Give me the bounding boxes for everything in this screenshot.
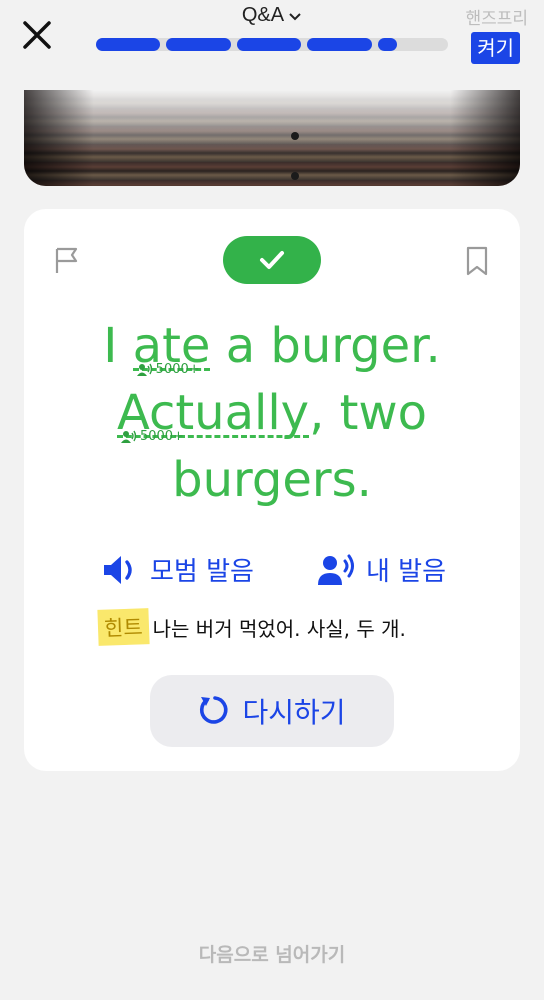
title-bar: Q&A	[0, 4, 544, 27]
retry-button[interactable]: 다시하기	[150, 675, 394, 747]
word-actually[interactable]: Actually 5000+	[116, 380, 310, 447]
retry-label: 다시하기	[242, 696, 346, 729]
progress-segment	[236, 38, 302, 51]
checkmark-icon	[260, 251, 284, 269]
model-pronunciation-button[interactable]: 모범 발음	[102, 551, 254, 588]
sentence-line: I ate 5000+ a burger.	[24, 313, 520, 380]
shirt-button-graphic	[291, 132, 299, 140]
skip-next-link[interactable]: 다음으로 넘어가기	[0, 940, 544, 967]
sentence-line: Actually 5000+, two	[24, 380, 520, 447]
shirt-button-graphic	[291, 172, 299, 180]
sentence-card: I ate 5000+ a burger. Actually 5000+, two …	[24, 209, 520, 771]
model-pronunciation-label: 모범 발음	[150, 557, 254, 587]
word-ate[interactable]: ate 5000+	[132, 313, 211, 380]
refresh-icon	[200, 696, 228, 724]
speaker-icon	[104, 555, 132, 584]
audio-controls: 모범 발음 내 발음	[24, 551, 520, 591]
my-pronunciation-label: 내 발음	[366, 557, 447, 587]
hint-badge: 힌트	[97, 608, 150, 646]
progress-bar	[96, 38, 448, 51]
word-count: 5000+	[139, 429, 184, 444]
flag-icon	[55, 247, 78, 273]
progress-segment	[166, 38, 231, 51]
my-pronunciation-button[interactable]: 내 발음	[318, 551, 446, 588]
hint-row: 힌트 나는 버거 먹었어. 사실, 두 개.	[97, 608, 406, 646]
sentence-fragment: burgers.	[172, 452, 372, 508]
progress-segment	[377, 38, 397, 51]
scene-image	[24, 90, 520, 186]
sentence-fragment: a burger.	[210, 318, 441, 374]
sentence-line: burgers.	[24, 447, 520, 514]
hint-translation: 나는 버거 먹었어. 사실, 두 개.	[152, 616, 406, 641]
word-count-badge: 5000+	[136, 362, 200, 377]
chevron-down-icon	[289, 12, 301, 20]
voice-person-icon	[318, 554, 354, 585]
sentence-fragment: I	[103, 318, 133, 374]
bookmark-icon	[466, 246, 488, 276]
word-count-badge: 5000+	[120, 429, 184, 444]
page-title: Q&A	[241, 4, 285, 26]
screen: Q&A 핸즈프리 켜기 I ate 5000+ a burger. Actual…	[0, 0, 544, 1000]
correct-badge	[223, 236, 321, 284]
handsfree-label: 핸즈프리	[465, 9, 528, 29]
progress-segment	[96, 38, 161, 51]
handsfree-toggle-button[interactable]: 켜기	[471, 32, 520, 64]
speaker-person-icon	[136, 363, 152, 376]
bookmark-button[interactable]	[462, 245, 492, 277]
word-count: 5000+	[155, 362, 200, 377]
report-button[interactable]	[52, 245, 82, 275]
progress-segment	[307, 38, 372, 51]
speaker-person-icon	[120, 430, 137, 443]
sentence-fragment: , two	[309, 385, 428, 441]
sentence-text: I ate 5000+ a burger. Actually 5000+, two …	[24, 313, 520, 514]
title-dropdown[interactable]: Q&A	[242, 4, 302, 27]
